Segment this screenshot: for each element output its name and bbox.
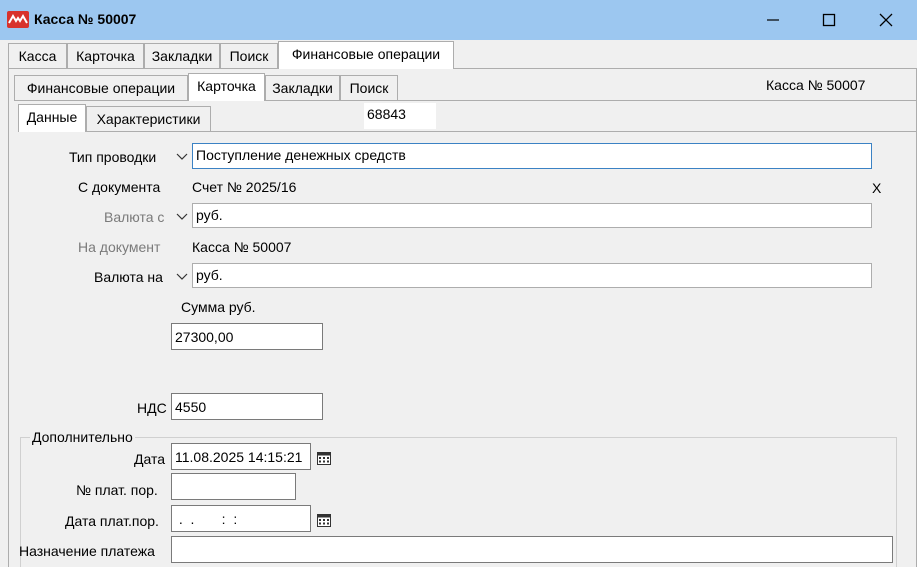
tab-label: Закладки [151, 48, 213, 64]
header-caption: Касса № 50007 [766, 77, 866, 93]
from-doc-label: С документа [78, 179, 161, 195]
tab-label: Карточка [197, 78, 256, 94]
minimize-button[interactable] [750, 4, 796, 36]
currency-from-label: Валюта с [104, 209, 165, 225]
purpose-label: Назначение платежа [19, 543, 155, 559]
subtab-characteristics[interactable]: Характеристики [86, 106, 211, 131]
tab-label: Характеристики [96, 111, 201, 127]
inner-tab-financial-operations[interactable]: Финансовые операции [14, 75, 188, 100]
type-select[interactable]: Поступление денежных средств [192, 143, 872, 169]
inner-panel-border [14, 100, 917, 101]
inner-tab-card[interactable]: Карточка [188, 73, 265, 101]
date-input[interactable]: 11.08.2025 14:15:21 [171, 443, 311, 470]
currency-from-select[interactable]: руб. [192, 203, 872, 228]
chevron-down-icon[interactable] [174, 148, 190, 164]
calendar-icon[interactable] [316, 512, 332, 528]
additional-group-title: Дополнительно [30, 429, 135, 445]
chevron-down-icon[interactable] [174, 208, 190, 224]
subtab-panel-border [18, 131, 917, 132]
vat-label: НДС [137, 400, 167, 416]
subtab-data[interactable]: Данные [18, 104, 86, 132]
tab-label: Данные [26, 109, 78, 125]
currency-to-label: Валюта на [94, 269, 163, 285]
tab-label: Касса [18, 48, 57, 64]
maximize-icon [822, 13, 836, 27]
currency-to-select[interactable]: руб. [192, 263, 872, 288]
type-label: Тип проводки [69, 149, 157, 165]
window-title: Касса № 50007 [34, 11, 137, 27]
purpose-input[interactable] [171, 536, 893, 563]
pay-order-date-input[interactable]: . . : : [171, 505, 311, 532]
tab-card[interactable]: Карточка [67, 43, 144, 69]
record-number: 68843 [364, 103, 436, 129]
pay-order-no-input[interactable] [171, 473, 296, 500]
to-doc-value: Касса № 50007 [192, 239, 292, 255]
calendar-icon[interactable] [316, 450, 332, 466]
from-doc-value[interactable]: Счет № 2025/16 [192, 179, 296, 195]
tab-label: Финансовые операции [26, 80, 176, 96]
pay-order-date-label: Дата плат.пор. [65, 513, 159, 529]
clear-from-doc-button[interactable]: X [872, 180, 881, 196]
tab-label: Поиск [229, 48, 269, 64]
title-bar: Касса № 50007 [0, 0, 917, 40]
tab-label: Поиск [349, 80, 389, 96]
pay-order-no-label: № плат. пор. [76, 482, 158, 498]
close-button[interactable] [863, 4, 909, 36]
tab-bookmarks[interactable]: Закладки [144, 43, 220, 69]
inner-tab-bookmarks[interactable]: Закладки [265, 75, 340, 100]
date-label: Дата [134, 451, 166, 467]
close-icon [879, 13, 893, 27]
vat-input[interactable]: 4550 [171, 393, 323, 420]
app-logo-icon [7, 11, 29, 28]
tab-search[interactable]: Поиск [220, 43, 278, 69]
tab-financial-operations[interactable]: Финансовые операции [278, 41, 454, 69]
sum-input[interactable]: 27300,00 [171, 323, 323, 350]
sum-label: Сумма руб. [181, 299, 256, 315]
to-doc-label: На документ [78, 239, 161, 255]
inner-tab-search[interactable]: Поиск [340, 75, 398, 100]
chevron-down-icon[interactable] [174, 268, 190, 284]
maximize-button[interactable] [806, 4, 852, 36]
tab-label: Финансовые операции [291, 46, 441, 62]
minimize-icon [767, 19, 779, 21]
tab-label: Карточка [76, 48, 135, 64]
tab-kassa[interactable]: Касса [8, 43, 67, 69]
tab-label: Закладки [272, 80, 333, 96]
